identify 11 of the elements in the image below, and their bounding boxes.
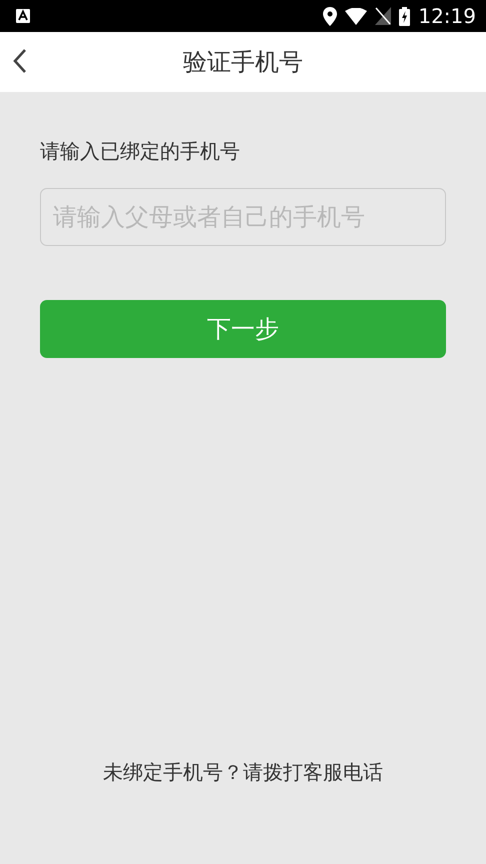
page-title: 验证手机号 — [183, 47, 303, 78]
battery-charging-icon — [399, 6, 410, 26]
back-button[interactable] — [12, 48, 28, 74]
wifi-icon — [345, 8, 368, 24]
next-button[interactable]: 下一步 — [40, 300, 446, 358]
notification-icon — [16, 9, 30, 23]
help-text: 未绑定手机号？请拨打客服电话 — [102, 759, 384, 786]
clock-time: 12:19 — [418, 3, 476, 30]
no-sim-icon — [375, 7, 392, 25]
field-label: 请输入已绑定的手机号 — [40, 138, 241, 165]
location-icon — [323, 6, 338, 26]
